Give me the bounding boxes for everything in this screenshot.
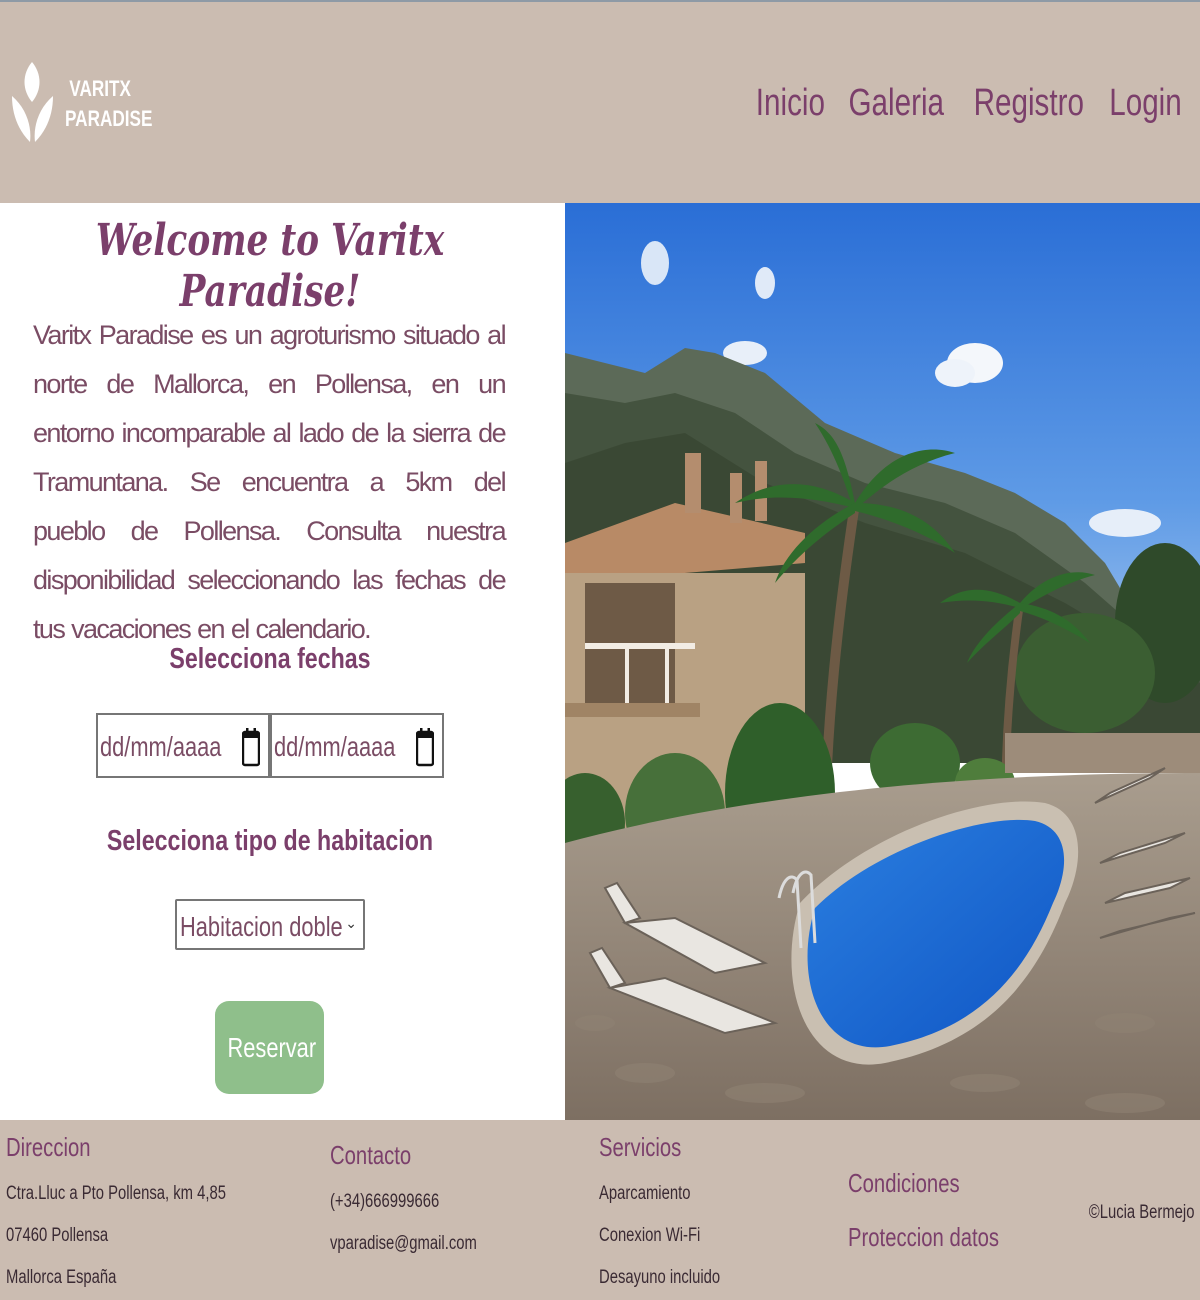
contact-email[interactable]: vparadise@gmail.com (330, 1223, 477, 1265)
service-item: Aparcamiento (599, 1183, 691, 1204)
main-nav: Inicio Galeria Registro Login (756, 82, 1182, 125)
nav-login[interactable]: Login (1109, 82, 1182, 125)
footer-address: Direccion Ctra.Lluc a Pto Pollensa, km 4… (6, 1132, 288, 1299)
reserve-button-label: Reservar (227, 1031, 317, 1063)
room-type-heading: Selecciona tipo de habitacion (106, 825, 434, 857)
site-footer: Direccion Ctra.Lluc a Pto Pollensa, km 4… (0, 1120, 1200, 1300)
address-line: 07460 Pollensa (6, 1225, 109, 1246)
dates-heading: Selecciona fechas (169, 643, 371, 675)
footer-contact: Contacto (+34)666999666 vparadise@gmail.… (330, 1140, 518, 1265)
contact-phone[interactable]: (+34)666999666 (330, 1181, 477, 1223)
calendar-icon[interactable] (416, 727, 434, 767)
page-title: Welcome to Varitx Paradise! (95, 215, 445, 317)
copyright: ©Lucia Bermejo (1088, 1202, 1194, 1223)
footer-legal: Condiciones Proteccion datos (848, 1168, 1042, 1276)
nav-inicio[interactable]: Inicio (756, 82, 825, 125)
address-heading: Direccion (6, 1132, 91, 1162)
end-date-placeholder: dd/mm/aaaa (274, 731, 396, 762)
conditions-link[interactable]: Condiciones (848, 1168, 999, 1222)
services-heading: Servicios (599, 1132, 682, 1162)
leaf-logo-icon (12, 62, 53, 142)
brand-line-2: PARADISE (65, 106, 153, 131)
privacy-link[interactable]: Proteccion datos (848, 1222, 999, 1276)
start-date-input[interactable]: dd/mm/aaaa (96, 713, 270, 778)
address-line: Mallorca España (6, 1267, 117, 1288)
brand-name: VARITX PARADISE (65, 74, 153, 134)
chevron-down-icon: ⌄ (345, 915, 357, 931)
nav-galeria[interactable]: Galeria (848, 82, 944, 125)
contact-heading: Contacto (330, 1140, 412, 1170)
nav-registro[interactable]: Registro (973, 82, 1083, 125)
site-header: VARITX PARADISE Inicio Galeria Registro … (0, 0, 1200, 203)
service-item: Conexion Wi-Fi (599, 1225, 701, 1246)
booking-panel: Welcome to Varitx Paradise! Varitx Parad… (0, 203, 565, 1120)
logo[interactable]: VARITX PARADISE (10, 60, 153, 150)
reserve-button[interactable]: Reservar (215, 1001, 324, 1094)
villa-photo (565, 203, 1200, 1120)
end-date-input[interactable]: dd/mm/aaaa (270, 713, 444, 778)
footer-services: Servicios Aparcamiento Conexion Wi-Fi De… (599, 1132, 754, 1299)
start-date-placeholder: dd/mm/aaaa (100, 731, 222, 762)
calendar-icon[interactable] (242, 727, 260, 767)
address-line: Ctra.Lluc a Pto Pollensa, km 4,85 (6, 1183, 226, 1204)
room-type-value: Habitacion doble (180, 911, 343, 942)
intro-text: Varitx Paradise es un agroturismo situad… (33, 320, 507, 644)
room-type-select[interactable]: Habitacion doble ⌄ (175, 899, 365, 950)
date-range: dd/mm/aaaa dd/mm/aaaa (96, 713, 444, 778)
service-item: Desayuno incluido (599, 1267, 721, 1288)
villa-pool-image (565, 203, 1200, 1120)
brand-line-1: VARITX (69, 76, 131, 101)
